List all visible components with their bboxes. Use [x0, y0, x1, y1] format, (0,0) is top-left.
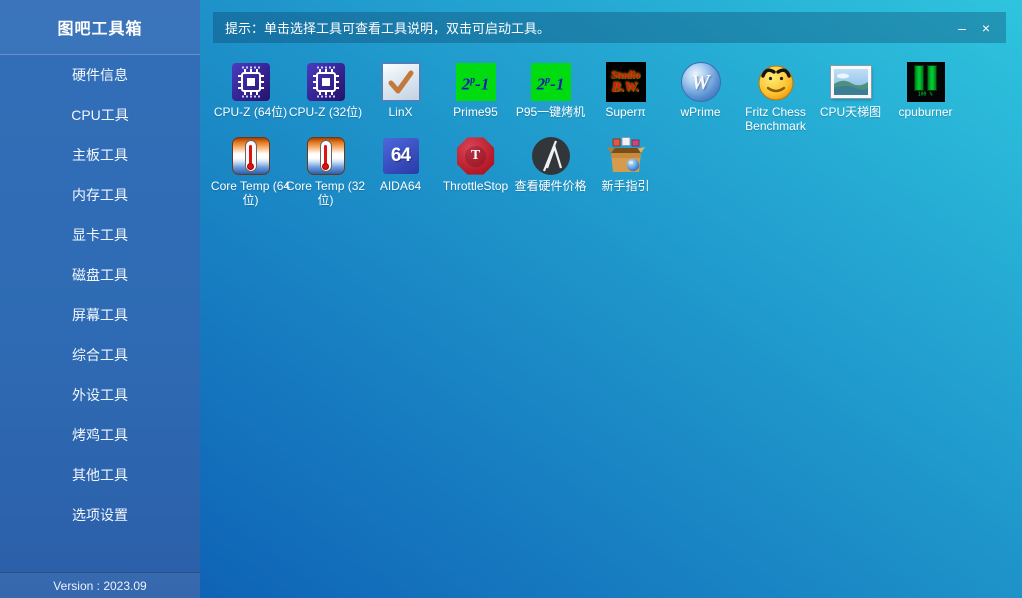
sidebar-item-motherboard-tools[interactable]: 主板工具 — [0, 135, 200, 175]
hardware-price-logo-icon — [531, 136, 571, 176]
app-title: 图吧工具箱 — [0, 0, 200, 55]
prime95-icon: 2p-1 — [455, 62, 496, 102]
tool-label: P95一键烤机 — [515, 105, 586, 119]
tool-label: CPU-Z (64位) — [213, 105, 288, 119]
tool-label: ThrottleStop — [442, 179, 509, 193]
prime95-icon: 2p-1 — [530, 62, 571, 102]
tool-core-temp-32[interactable]: Core Temp (32位) — [286, 136, 365, 210]
tool-grid: CPU-Z (64位) CPU-Z (32位) LinX 2p-1 Prime95 2… — [211, 62, 968, 210]
sidebar-item-memory-tools[interactable]: 内存工具 — [0, 175, 200, 215]
cpu-chip-icon — [231, 62, 270, 102]
tool-throttlestop[interactable]: T ThrottleStop — [438, 136, 513, 210]
tool-linx[interactable]: LinX — [363, 62, 438, 136]
tool-label: 查看硬件价格 — [514, 179, 587, 193]
sidebar-item-comprehensive-tools[interactable]: 综合工具 — [0, 335, 200, 375]
tool-cpu-z-32[interactable]: CPU-Z (32位) — [288, 62, 363, 136]
tool-label: AIDA64 — [379, 179, 422, 193]
close-button[interactable]: × — [974, 15, 998, 41]
sidebar: 图吧工具箱 硬件信息 CPU工具 主板工具 内存工具 显卡工具 磁盘工具 屏幕工具 综合工具外… — [0, 0, 200, 598]
tool-core-temp-64[interactable]: Core Temp (64位) — [211, 136, 290, 210]
smiley-face-icon — [756, 62, 796, 102]
tool-super-pi[interactable]: Studio B.W. Superπ — [588, 62, 663, 136]
sidebar-item-cpu-tools[interactable]: CPU工具 — [0, 95, 200, 135]
tool-fritz-chess-benchmark[interactable]: Fritz Chess Benchmark — [738, 62, 813, 136]
thermometer-icon — [306, 136, 345, 176]
tool-aida64[interactable]: 64 AIDA64 — [363, 136, 438, 210]
tool-beginner-guide[interactable]: 新手指引 — [588, 136, 663, 210]
tool-label: Core Temp (32位) — [285, 179, 366, 207]
tool-wprime[interactable]: WwPrime — [663, 62, 738, 136]
tool-prime95[interactable]: 2p-1 Prime95 — [438, 62, 513, 136]
tool-label: cpuburner — [898, 105, 953, 119]
superpi-studio-icon: Studio B.W. — [605, 62, 646, 102]
version-label: Version : 2023.09 — [0, 572, 200, 598]
app-window: 图吧工具箱 硬件信息 CPU工具 主板工具 内存工具 显卡工具 磁盘工具 屏幕工具 综合工具外… — [0, 0, 1022, 598]
tool-label: LinX — [388, 105, 413, 119]
sidebar-item-disk-tools[interactable]: 磁盘工具 — [0, 255, 200, 295]
cpu-chip-icon — [306, 62, 345, 102]
sidebar-item-gpu-tools[interactable]: 显卡工具 — [0, 215, 200, 255]
tool-label: Core Temp (64位) — [210, 179, 291, 207]
tool-label: Fritz Chess Benchmark — [745, 105, 806, 133]
tip-text: 提示：单击选择工具可查看工具说明，双击可启动工具。 — [225, 21, 551, 36]
minimize-button[interactable]: – — [950, 15, 974, 41]
tool-cpu-ladder-chart[interactable]: CPU天梯图 — [813, 62, 888, 136]
sidebar-item-peripheral-tools[interactable]: 外设工具 — [0, 375, 200, 415]
tool-check-hardware-prices[interactable]: 查看硬件价格 — [513, 136, 588, 210]
landscape-picture-icon — [830, 62, 871, 102]
tool-label: CPU-Z (32位) — [288, 105, 363, 119]
wprime-sphere-icon: W — [680, 62, 721, 102]
tool-label: wPrime — [680, 105, 721, 119]
sidebar-item-burn-in-tools[interactable]: 烤鸡工具 — [0, 415, 200, 455]
thermometer-icon — [231, 136, 270, 176]
tool-cpuburner[interactable]: 100 % cpuburner — [888, 62, 963, 136]
main-area: 提示：单击选择工具可查看工具说明，双击可启动工具。 – × CPU-Z (64位… — [200, 0, 1022, 598]
sidebar-item-screen-tools[interactable]: 屏幕工具 — [0, 295, 200, 335]
checkmark-icon — [380, 62, 421, 102]
tool-p95-burn-in[interactable]: 2p-1 P95一键烤机 — [513, 62, 588, 136]
aida64-icon: 64 — [382, 136, 419, 176]
tool-label: 新手指引 — [601, 179, 650, 193]
tip-bar[interactable]: 提示：单击选择工具可查看工具说明，双击可启动工具。 – × — [213, 12, 1006, 43]
open-box-icon — [606, 136, 646, 176]
sidebar-item-options-settings[interactable]: 选项设置 — [0, 495, 200, 535]
sidebar-menu: 硬件信息 CPU工具 主板工具 内存工具 显卡工具 磁盘工具 屏幕工具 综合工具 外设工具 烤鸡工… — [0, 55, 200, 535]
tool-label: Prime95 — [453, 105, 498, 119]
tool-cpu-z-64[interactable]: CPU-Z (64位) — [213, 62, 288, 136]
stop-sign-icon: T — [456, 136, 495, 176]
tool-label: CPU天梯图 — [819, 105, 882, 119]
tool-label: Superπ — [605, 105, 646, 119]
cpu-load-bars-icon: 100 % — [906, 62, 945, 102]
sidebar-item-other-tools[interactable]: 其他工具 — [0, 455, 200, 495]
window-controls: – × — [950, 12, 998, 43]
sidebar-item-hardware-info[interactable]: 硬件信息 — [0, 55, 200, 95]
